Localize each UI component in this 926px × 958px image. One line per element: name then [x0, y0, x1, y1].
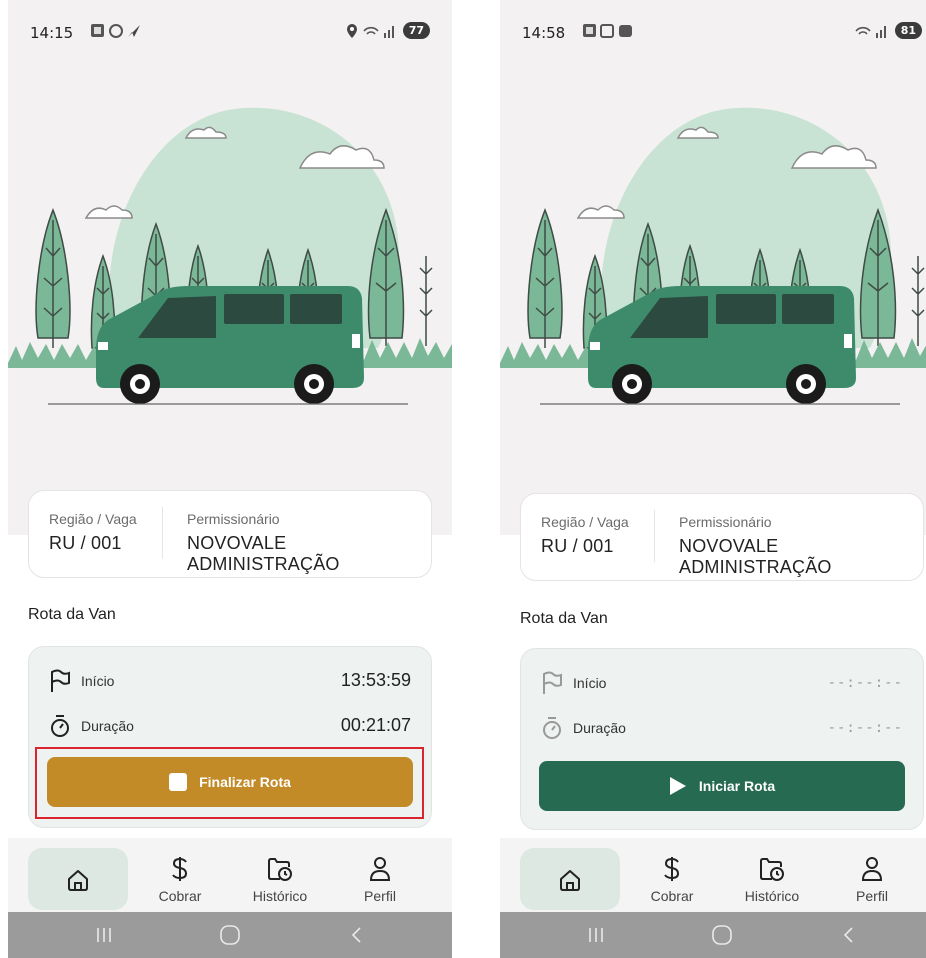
owner-value: NOVOVALE ADMINISTRAÇÃO — [187, 533, 340, 574]
nav-profile[interactable]: Perfil — [330, 838, 430, 912]
start-label: Início — [81, 673, 115, 689]
start-route-label: Iniciar Rota — [698, 778, 776, 794]
home-button-icon[interactable] — [692, 912, 752, 958]
stopwatch-icon — [49, 714, 71, 743]
info-divider — [162, 507, 163, 559]
nav-charge[interactable]: Cobrar — [622, 838, 722, 912]
recents-icon[interactable] — [566, 912, 626, 958]
nav-charge-label: Cobrar — [650, 888, 694, 904]
stopwatch-icon — [541, 716, 563, 745]
duration-value: 00:21:07 — [340, 715, 411, 735]
phone-screen-active-route: 14:15 77 Região / Vaga RU / 001 Permissi… — [8, 0, 452, 958]
status-bar: 14:58 81 — [500, 0, 926, 60]
battery-badge: 77 — [402, 22, 430, 40]
region-label: Região / Vaga — [541, 514, 629, 530]
nav-history-label: Histórico — [744, 888, 800, 904]
start-time: --:--:-- — [827, 675, 903, 691]
nav-profile-label: Perfil — [364, 888, 396, 904]
nav-home[interactable] — [520, 838, 620, 912]
region-value: RU / 001 — [49, 533, 122, 553]
region-info: Região / Vaga RU / 001 — [49, 511, 137, 554]
history-icon — [230, 856, 330, 882]
bottom-nav: Cobrar Histórico Perfil — [8, 838, 452, 912]
owner-info: Permissionário NOVOVALE ADMINISTRAÇÃO — [187, 511, 431, 575]
flag-icon — [49, 669, 71, 698]
system-nav-bar — [500, 912, 926, 958]
nav-home[interactable] — [28, 838, 128, 912]
region-label: Região / Vaga — [49, 511, 137, 527]
system-icons: 77 — [346, 22, 430, 40]
dollar-icon — [130, 856, 230, 882]
section-title: Rota da Van — [28, 606, 116, 623]
home-button-icon[interactable] — [200, 912, 260, 958]
start-time: 13:53:59 — [340, 670, 411, 690]
owner-label: Permissionário — [679, 514, 772, 530]
notification-icons — [90, 23, 142, 44]
back-icon[interactable] — [818, 912, 878, 958]
section-title: Rota da Van — [520, 610, 608, 627]
status-bar: 14:15 77 — [8, 0, 452, 60]
status-time: 14:15 — [30, 24, 74, 42]
notification-icons — [582, 23, 634, 44]
vehicle-info-card: Região / Vaga RU / 001 Permissionário NO… — [520, 493, 924, 581]
start-route-button[interactable]: Iniciar Rota — [539, 761, 905, 811]
owner-info: Permissionário NOVOVALE ADMINISTRAÇÃO — [679, 514, 923, 578]
region-value: RU / 001 — [541, 536, 614, 556]
duration-row: Duração 00:21:07 — [49, 712, 411, 742]
nav-history[interactable]: Histórico — [722, 838, 822, 912]
nav-profile[interactable]: Perfil — [822, 838, 922, 912]
flag-icon — [541, 671, 563, 700]
nav-profile-label: Perfil — [856, 888, 888, 904]
start-row: Início --:--:-- — [541, 669, 903, 699]
battery-badge: 81 — [894, 22, 922, 40]
start-row: Início 13:53:59 — [49, 667, 411, 697]
start-label: Início — [573, 675, 607, 691]
region-info: Região / Vaga RU / 001 — [541, 514, 629, 557]
nav-charge[interactable]: Cobrar — [130, 838, 230, 912]
nav-history[interactable]: Histórico — [230, 838, 330, 912]
home-icon — [520, 868, 620, 892]
profile-icon — [330, 856, 430, 882]
system-nav-bar — [8, 912, 452, 958]
profile-icon — [822, 856, 922, 882]
van-illustration — [500, 107, 926, 405]
home-icon — [28, 868, 128, 892]
duration-label: Duração — [573, 720, 626, 736]
system-icons: 81 — [854, 22, 922, 40]
recents-icon[interactable] — [74, 912, 134, 958]
back-icon[interactable] — [326, 912, 386, 958]
nav-charge-label: Cobrar — [158, 888, 202, 904]
owner-value: NOVOVALE ADMINISTRAÇÃO — [679, 536, 832, 577]
vehicle-info-card: Região / Vaga RU / 001 Permissionário NO… — [28, 490, 432, 578]
bottom-nav: Cobrar Histórico Perfil — [500, 838, 926, 912]
history-icon — [722, 856, 822, 882]
duration-label: Duração — [81, 718, 134, 734]
phone-screen-idle-route: 14:58 81 Região / Vaga RU / 001 Permissi… — [500, 0, 926, 958]
play-icon — [669, 776, 687, 796]
info-divider — [654, 510, 655, 562]
nav-history-label: Histórico — [252, 888, 308, 904]
route-card: Início --:--:-- Duração --:--:-- Iniciar… — [520, 648, 924, 830]
duration-row: Duração --:--:-- — [541, 714, 903, 744]
owner-label: Permissionário — [187, 511, 280, 527]
status-time: 14:58 — [522, 24, 566, 42]
van-illustration — [8, 107, 452, 405]
dollar-icon — [622, 856, 722, 882]
highlight-box — [35, 747, 424, 819]
duration-value: --:--:-- — [827, 720, 903, 736]
